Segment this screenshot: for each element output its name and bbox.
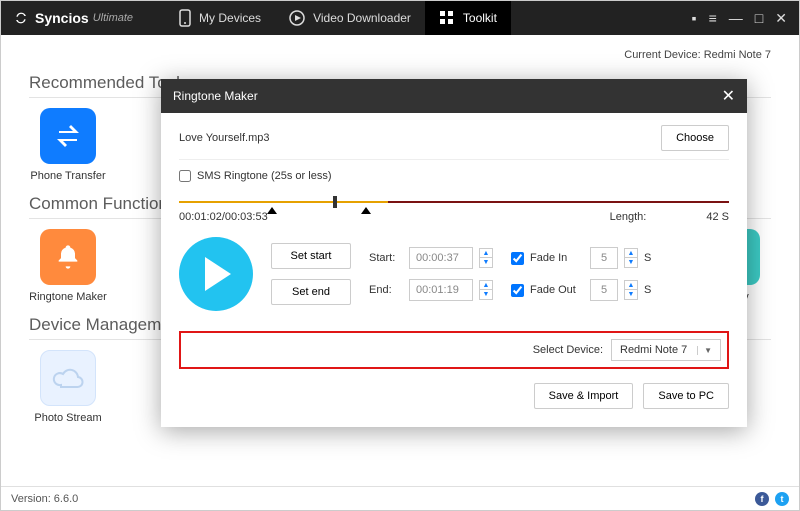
- version-label: Version: 6.6.0: [11, 493, 78, 505]
- fade-in-seconds[interactable]: [590, 247, 618, 269]
- choose-button[interactable]: Choose: [661, 125, 729, 151]
- select-device-row: Select Device: Redmi Note 7 ▼: [179, 331, 729, 369]
- time-position: 00:01:02/00:03:53: [179, 211, 268, 223]
- file-name: Love Yourself.mp3: [179, 132, 270, 144]
- start-label: Start:: [369, 252, 403, 264]
- dialog-header: Ringtone Maker ✕: [161, 79, 747, 113]
- select-device-value: Redmi Note 7: [620, 344, 687, 356]
- start-spinner[interactable]: ▲▼: [479, 248, 493, 268]
- chevron-down-icon[interactable]: ▼: [480, 258, 492, 267]
- minimize-icon[interactable]: —: [729, 10, 743, 26]
- range-handle-start[interactable]: [333, 196, 337, 208]
- fade-out-label: Fade Out: [530, 284, 584, 296]
- syncios-logo-icon: [13, 10, 29, 26]
- chat-icon[interactable]: ▪: [692, 10, 697, 26]
- fade-out-checkbox[interactable]: Fade Out ▲▼ S: [511, 279, 651, 301]
- end-time-input[interactable]: [409, 279, 473, 301]
- grid-icon: [439, 10, 455, 26]
- length-value: 42 S: [706, 211, 729, 223]
- close-window-icon[interactable]: ✕: [775, 10, 787, 27]
- seconds-unit: S: [644, 252, 651, 264]
- tab-my-devices[interactable]: My Devices: [165, 1, 275, 35]
- fade-out-spinner[interactable]: ▲▼: [624, 280, 638, 300]
- set-start-button[interactable]: Set start: [271, 243, 351, 269]
- chevron-down-icon[interactable]: ▼: [625, 290, 637, 299]
- tile-ringtone-maker-label: Ringtone Maker: [29, 291, 107, 303]
- fade-in-spinner[interactable]: ▲▼: [624, 248, 638, 268]
- facebook-icon[interactable]: f: [755, 492, 769, 506]
- nav-tabs: My Devices Video Downloader Toolkit: [165, 1, 511, 35]
- tile-photo-stream[interactable]: Photo Stream: [29, 350, 107, 424]
- maximize-icon[interactable]: □: [755, 10, 763, 26]
- end-label: End:: [369, 284, 403, 296]
- ringtone-maker-dialog: Ringtone Maker ✕ Love Yourself.mp3 Choos…: [161, 79, 747, 427]
- tab-my-devices-label: My Devices: [199, 11, 261, 25]
- fade-out-seconds[interactable]: [590, 279, 618, 301]
- tile-phone-transfer-label: Phone Transfer: [29, 170, 107, 182]
- chevron-down-icon[interactable]: ▼: [480, 290, 492, 299]
- close-icon[interactable]: ✕: [722, 86, 735, 106]
- brand-name: Syncios: [35, 10, 89, 26]
- play-button[interactable]: [179, 237, 253, 311]
- audio-track[interactable]: [179, 199, 729, 205]
- tab-video-downloader[interactable]: Video Downloader: [275, 1, 425, 35]
- fade-in-checkbox[interactable]: Fade In ▲▼ S: [511, 247, 651, 269]
- current-device-value: Redmi Note 7: [704, 49, 771, 61]
- bell-icon: [40, 229, 96, 285]
- play-icon: [201, 257, 231, 291]
- tile-photo-stream-label: Photo Stream: [29, 412, 107, 424]
- chevron-up-icon[interactable]: ▲: [480, 249, 492, 258]
- save-pc-button[interactable]: Save to PC: [643, 383, 729, 409]
- seconds-unit: S: [644, 284, 651, 296]
- play-circle-icon: [289, 10, 305, 26]
- sms-ringtone-label: SMS Ringtone (25s or less): [197, 170, 332, 182]
- window-controls: ▪ ≡ — □ ✕: [692, 10, 799, 27]
- tab-video-downloader-label: Video Downloader: [313, 11, 411, 25]
- transfer-icon: [40, 108, 96, 164]
- save-import-button[interactable]: Save & Import: [534, 383, 634, 409]
- fade-in-label: Fade In: [530, 252, 584, 264]
- cloud-icon: [40, 350, 96, 406]
- fade-in-input[interactable]: [511, 252, 524, 265]
- chevron-up-icon[interactable]: ▲: [625, 249, 637, 258]
- start-marker-icon[interactable]: [267, 207, 277, 214]
- title-bar: Syncios Ultimate My Devices Video Downlo…: [1, 1, 799, 35]
- current-device-label: Current Device:: [624, 49, 700, 61]
- phone-icon: [179, 9, 191, 27]
- tab-toolkit[interactable]: Toolkit: [425, 1, 511, 35]
- dialog-title: Ringtone Maker: [173, 89, 258, 103]
- chevron-up-icon[interactable]: ▲: [480, 281, 492, 290]
- tab-toolkit-label: Toolkit: [463, 11, 497, 25]
- length-label: Length:: [610, 211, 647, 223]
- end-marker-icon[interactable]: [361, 207, 371, 214]
- sms-ringtone-checkbox[interactable]: SMS Ringtone (25s or less): [179, 170, 332, 182]
- chevron-down-icon: ▼: [697, 346, 712, 355]
- set-end-button[interactable]: Set end: [271, 279, 351, 305]
- tile-ringtone-maker[interactable]: Ringtone Maker: [29, 229, 107, 303]
- twitter-icon[interactable]: t: [775, 492, 789, 506]
- brand: Syncios Ultimate: [1, 10, 145, 26]
- chevron-up-icon[interactable]: ▲: [625, 281, 637, 290]
- end-spinner[interactable]: ▲▼: [479, 280, 493, 300]
- sms-ringtone-input[interactable]: [179, 170, 191, 182]
- select-device-label: Select Device:: [533, 344, 603, 356]
- start-time-input[interactable]: [409, 247, 473, 269]
- menu-icon[interactable]: ≡: [709, 10, 717, 26]
- tile-phone-transfer[interactable]: Phone Transfer: [29, 108, 107, 182]
- chevron-down-icon[interactable]: ▼: [625, 258, 637, 267]
- current-device: Current Device: Redmi Note 7: [29, 49, 771, 61]
- brand-edition: Ultimate: [93, 12, 133, 24]
- fade-out-input[interactable]: [511, 284, 524, 297]
- select-device-dropdown[interactable]: Redmi Note 7 ▼: [611, 339, 721, 361]
- status-bar: Version: 6.6.0 f t: [1, 486, 799, 510]
